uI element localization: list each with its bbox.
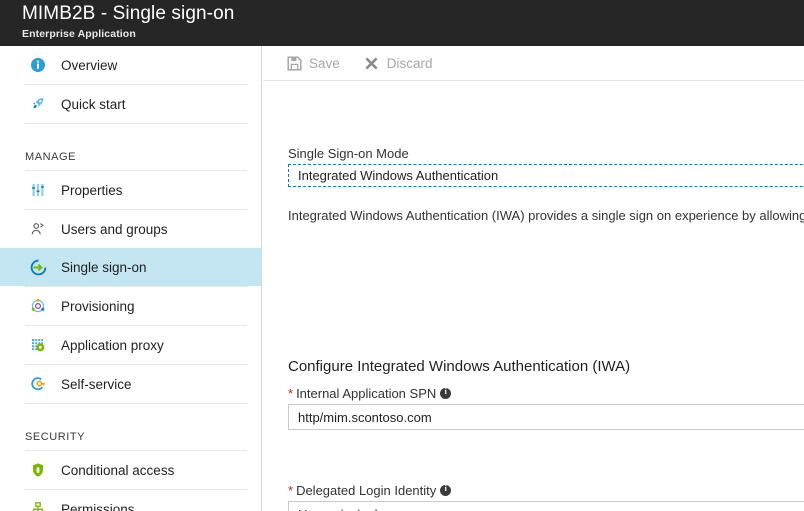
sidebar-item-label: Application proxy <box>61 337 164 353</box>
azure-portal-blade: MIMB2B - Single sign-on Enterprise Appli… <box>0 0 804 511</box>
delegated-identity-label-text: Delegated Login Identity <box>296 483 437 498</box>
info-icon <box>28 55 48 75</box>
delegated-identity-input[interactable]: User principal name <box>288 501 804 511</box>
sliders-icon <box>28 180 48 200</box>
sidebar-item-label: Self-service <box>61 376 132 392</box>
main-content: Save Discard Single Sign-on Mode Integra… <box>263 46 804 511</box>
sidebar-item-quick-start[interactable]: Quick start <box>0 85 261 123</box>
save-button[interactable]: Save <box>286 55 340 71</box>
discard-label: Discard <box>386 55 433 71</box>
sidebar-item-label: Single sign-on <box>61 259 147 275</box>
sidebar-section-manage: MANAGE <box>25 151 76 163</box>
info-icon[interactable] <box>440 387 452 399</box>
page-subtitle: Enterprise Application <box>22 28 136 40</box>
sidebar-item-label: Provisioning <box>61 298 135 314</box>
application-proxy-icon <box>28 335 48 355</box>
shield-icon <box>28 460 48 480</box>
internal-spn-label: * Internal Application SPN <box>288 386 452 401</box>
blade-header: MIMB2B - Single sign-on Enterprise Appli… <box>0 0 804 46</box>
close-icon <box>364 55 380 71</box>
sidebar-item-label: Permissions <box>61 501 135 511</box>
configure-section-heading: Configure Integrated Windows Authenticat… <box>288 358 631 375</box>
internal-spn-input[interactable]: http/mim.scontoso.com <box>288 404 804 430</box>
sidebar-item-label: Conditional access <box>61 462 175 478</box>
self-service-icon <box>28 374 48 394</box>
provisioning-icon <box>28 296 48 316</box>
sidebar-item-label: Properties <box>61 182 123 198</box>
rocket-icon <box>28 94 48 114</box>
discard-button[interactable]: Discard <box>364 55 433 71</box>
sso-mode-select[interactable]: Integrated Windows Authentication <box>288 164 804 187</box>
sidebar-item-label: Overview <box>61 57 118 73</box>
delegated-identity-label: * Delegated Login Identity <box>288 483 452 498</box>
sidebar-item-single-sign-on[interactable]: Single sign-on <box>0 248 261 286</box>
sidebar-item-overview[interactable]: Overview <box>0 46 261 84</box>
save-icon <box>286 55 302 71</box>
sidebar-item-permissions[interactable]: Permissions <box>0 490 261 511</box>
users-icon <box>28 219 48 239</box>
sidebar-section-security: SECURITY <box>25 431 86 443</box>
sidebar-item-users-and-groups[interactable]: Users and groups <box>0 210 261 248</box>
sidebar-item-self-service[interactable]: Self-service <box>0 365 261 403</box>
sidebar-item-provisioning[interactable]: Provisioning <box>0 287 261 325</box>
sidebar-item-label: Users and groups <box>61 221 168 237</box>
required-marker: * <box>288 483 294 498</box>
page-title: MIMB2B - Single sign-on <box>22 3 235 24</box>
internal-spn-label-text: Internal Application SPN <box>296 386 437 401</box>
sidebar-item-label: Quick start <box>61 96 126 112</box>
required-marker: * <box>288 386 294 401</box>
save-label: Save <box>309 55 340 71</box>
single-sign-on-icon <box>28 257 48 277</box>
permissions-icon <box>28 499 48 511</box>
command-toolbar: Save Discard <box>263 46 804 81</box>
sidebar-nav: Overview Quick start MANAGE Properties U… <box>0 46 262 511</box>
sidebar-item-application-proxy[interactable]: Application proxy <box>0 326 261 364</box>
sidebar-item-conditional-access[interactable]: Conditional access <box>0 451 261 489</box>
sso-mode-label: Single Sign-on Mode <box>288 146 409 161</box>
sso-mode-description: Integrated Windows Authentication (IWA) … <box>288 208 804 223</box>
info-icon[interactable] <box>440 484 452 496</box>
sidebar-item-properties[interactable]: Properties <box>0 171 261 209</box>
